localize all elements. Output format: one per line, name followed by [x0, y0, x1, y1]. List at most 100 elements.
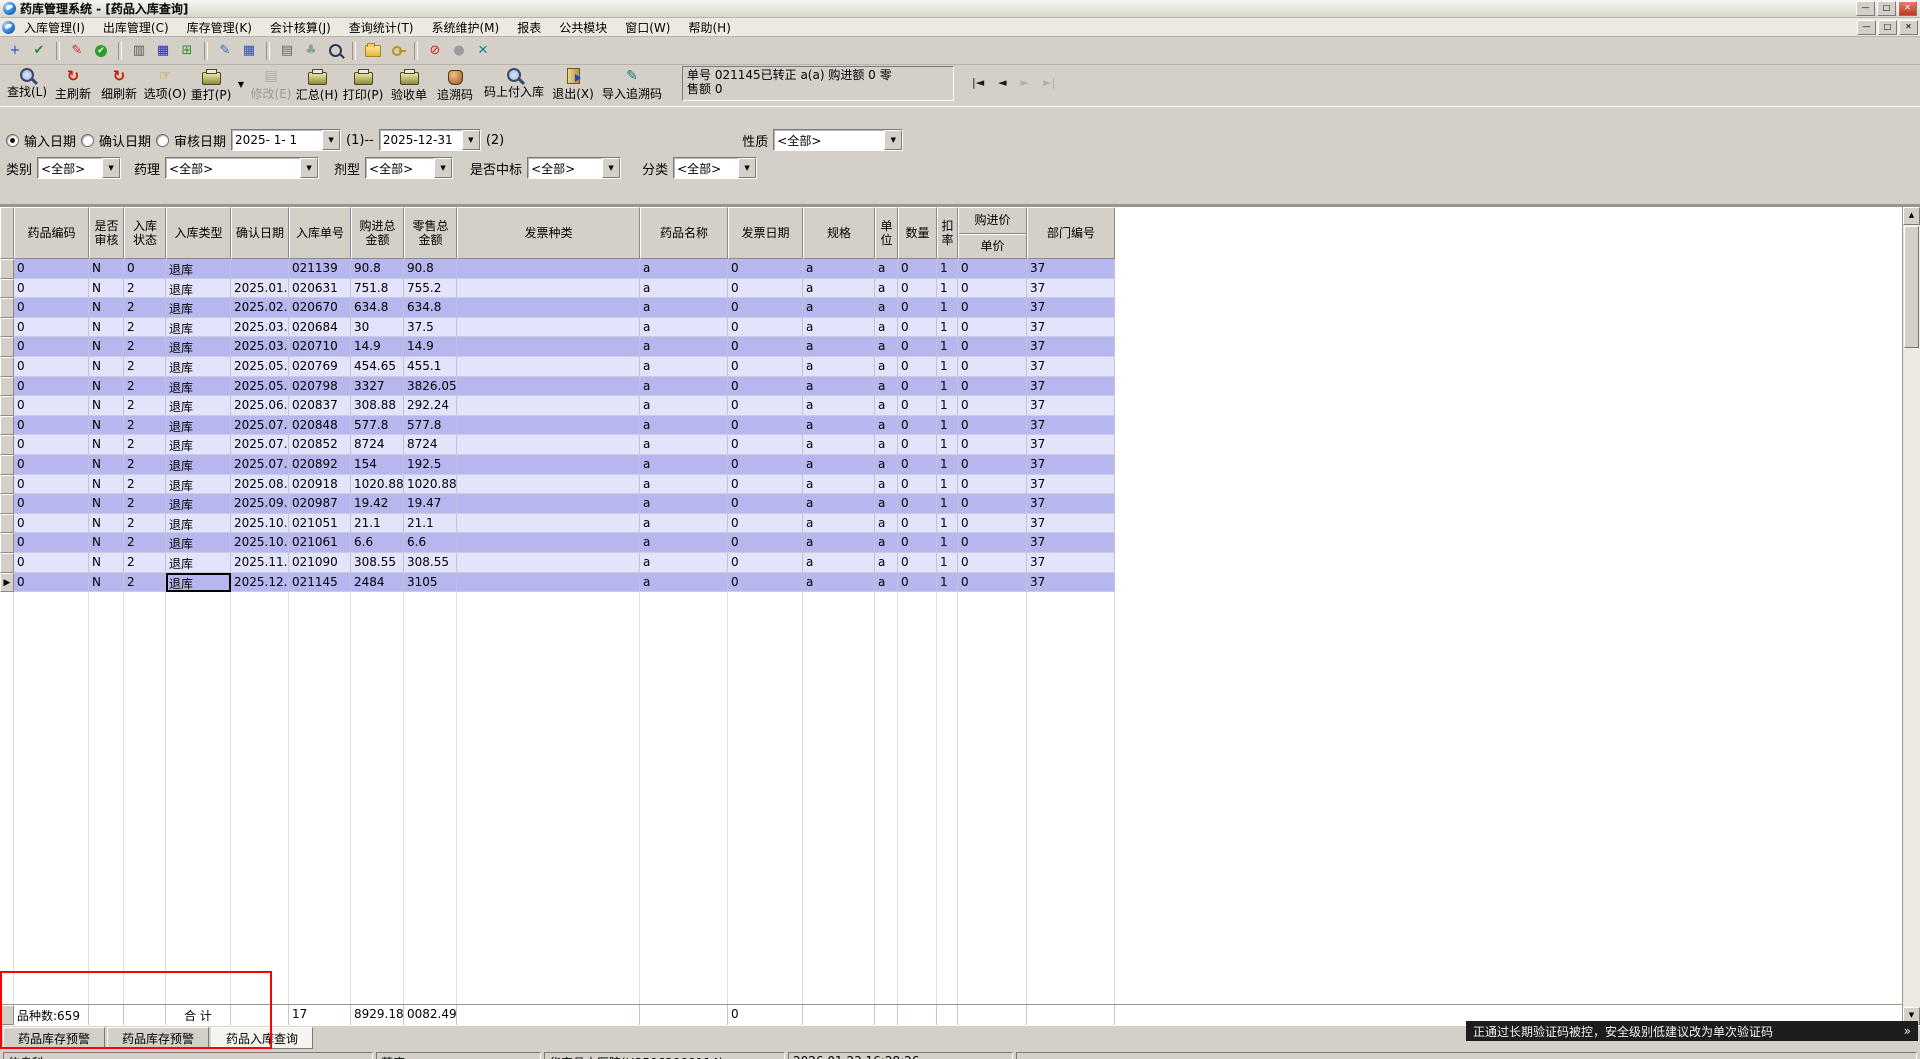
cell[interactable]	[457, 356, 640, 377]
cell[interactable]: a	[875, 317, 898, 338]
cell[interactable]: a	[803, 317, 875, 338]
cell[interactable]: 751.8	[351, 278, 404, 299]
cell[interactable]: 0	[728, 259, 803, 279]
cell[interactable]: 0	[728, 454, 803, 475]
menu-item[interactable]: 窗口(W)	[616, 18, 679, 37]
new-doc-icon[interactable]: +	[4, 40, 26, 61]
cell[interactable]: 2025.06.	[231, 396, 289, 416]
cell[interactable]: a	[640, 259, 728, 279]
category-combo[interactable]: <全部> ▼	[37, 157, 122, 179]
cell[interactable]: 308.55	[404, 552, 457, 573]
column-header[interactable]: 数量	[898, 207, 937, 259]
cell[interactable]: 1	[937, 552, 958, 573]
cell[interactable]: a	[640, 513, 728, 534]
cell[interactable]: 37	[1027, 552, 1115, 573]
chevron-down-icon[interactable]: ▼	[434, 158, 453, 178]
mdi-restore-button[interactable]: □	[1878, 19, 1897, 35]
cell[interactable]: 2	[124, 298, 166, 318]
cell[interactable]: a	[875, 552, 898, 573]
menu-item[interactable]: 报表	[508, 18, 550, 37]
table-row[interactable]: 0 N 2 退库 2025.07. 020852 8724 8724 a 0 a a 0 1 0 37	[0, 435, 1920, 455]
column-header[interactable]: 药品名称	[640, 207, 728, 259]
cell[interactable]: 2025.09.	[231, 494, 289, 514]
cell[interactable]: 1	[937, 278, 958, 299]
cell[interactable]: a	[875, 533, 898, 553]
cell[interactable]: a	[803, 396, 875, 416]
stop-icon[interactable]: ⊘	[424, 40, 446, 61]
cell[interactable]: 0	[728, 513, 803, 534]
cell[interactable]: a	[640, 317, 728, 338]
cell[interactable]	[457, 278, 640, 299]
cell[interactable]: 6.6	[351, 533, 404, 553]
cell[interactable]: 021145	[289, 572, 351, 593]
cell[interactable]: 2	[124, 454, 166, 475]
nav-last-button[interactable]: ►|	[1043, 76, 1055, 89]
cell[interactable]: 0	[958, 435, 1027, 455]
cell[interactable]: 0	[14, 533, 89, 553]
cell[interactable]: 455.1	[404, 356, 457, 377]
cell[interactable]: a	[803, 572, 875, 593]
chevron-down-icon[interactable]: ▼	[884, 130, 903, 150]
table-row[interactable]: 0 N 2 退库 2025.10. 021051 21.1 21.1 a 0 a a 0 1 0 37	[0, 513, 1920, 534]
cell[interactable]: 020769	[289, 356, 351, 377]
cell[interactable]: 0	[728, 317, 803, 338]
cell[interactable]: 020710	[289, 337, 351, 357]
cell[interactable]: 020631	[289, 278, 351, 299]
cell[interactable]: 020670	[289, 298, 351, 318]
cell[interactable]: 0	[14, 356, 89, 377]
menu-item[interactable]: 出库管理(C)	[94, 18, 178, 37]
date-to-combo[interactable]: 2025-12-31 ▼	[378, 129, 481, 151]
cell[interactable]: 0	[958, 396, 1027, 416]
cell[interactable]	[457, 552, 640, 573]
cell[interactable]: 37	[1027, 259, 1115, 279]
cell[interactable]: a	[875, 278, 898, 299]
cell[interactable]: 0	[898, 298, 937, 318]
table-row[interactable]: 0 N 2 退库 2025.10. 021061 6.6 6.6 a 0 a a 0 1 0 37	[0, 533, 1920, 553]
cell[interactable]: 退库	[166, 435, 231, 455]
cell[interactable]: 020892	[289, 454, 351, 475]
cell[interactable]: 14.9	[404, 337, 457, 357]
cell[interactable]: 2	[124, 494, 166, 514]
cell[interactable]: 2484	[351, 572, 404, 593]
cell[interactable]: 0	[14, 376, 89, 397]
cell[interactable]: a	[803, 435, 875, 455]
cell[interactable]: 0	[124, 259, 166, 279]
confirm-date-radio[interactable]	[81, 133, 95, 147]
cell[interactable]: 0	[958, 415, 1027, 436]
cell[interactable]: 0	[958, 356, 1027, 377]
column-header[interactable]: 部门编号	[1027, 207, 1115, 259]
cell[interactable]: 0	[14, 454, 89, 475]
scroll-up-icon[interactable]: ▲	[1903, 207, 1920, 225]
action-button[interactable]: 码上付入库	[478, 66, 550, 105]
cell[interactable]: 2025.07.	[231, 435, 289, 455]
cell[interactable]: 0	[898, 376, 937, 397]
cell[interactable]	[231, 259, 289, 279]
cell[interactable]: 0	[958, 278, 1027, 299]
table-row[interactable]: 0 N 2 退库 2025.07. 020892 154 192.5 a 0 a a 0 1 0 37	[0, 454, 1920, 475]
cell[interactable]: 退库	[166, 533, 231, 553]
cell[interactable]: 0	[898, 572, 937, 593]
cell[interactable]: 192.5	[404, 454, 457, 475]
cell[interactable]: 0	[958, 513, 1027, 534]
cell[interactable]: N	[89, 259, 124, 279]
cell[interactable]: 1	[937, 533, 958, 553]
cell[interactable]: 755.2	[404, 278, 457, 299]
cell[interactable]: 2025.01.	[231, 278, 289, 299]
table-view-icon[interactable]: ▦	[238, 40, 260, 61]
table-row[interactable]: 0 N 2 退库 2025.01. 020631 751.8 755.2 a 0 a a 0 1 0 37	[0, 278, 1920, 299]
cell[interactable]: a	[640, 552, 728, 573]
cell[interactable]: 2	[124, 474, 166, 495]
cell[interactable]: 1020.88	[404, 474, 457, 495]
cell[interactable]: 37	[1027, 513, 1115, 534]
cell[interactable]: 37	[1027, 533, 1115, 553]
cell[interactable]: N	[89, 494, 124, 514]
cell[interactable]: 2	[124, 317, 166, 338]
chevron-down-icon[interactable]: ▼	[461, 130, 480, 150]
cell[interactable]: 0	[14, 513, 89, 534]
cell[interactable]: 退库	[166, 396, 231, 416]
cell[interactable]: 2025.10.	[231, 533, 289, 553]
action-button[interactable]: ✎ 导入追溯码	[596, 66, 668, 105]
cell[interactable]: a	[875, 454, 898, 475]
cell[interactable]: 020987	[289, 494, 351, 514]
cell[interactable]: a	[803, 454, 875, 475]
